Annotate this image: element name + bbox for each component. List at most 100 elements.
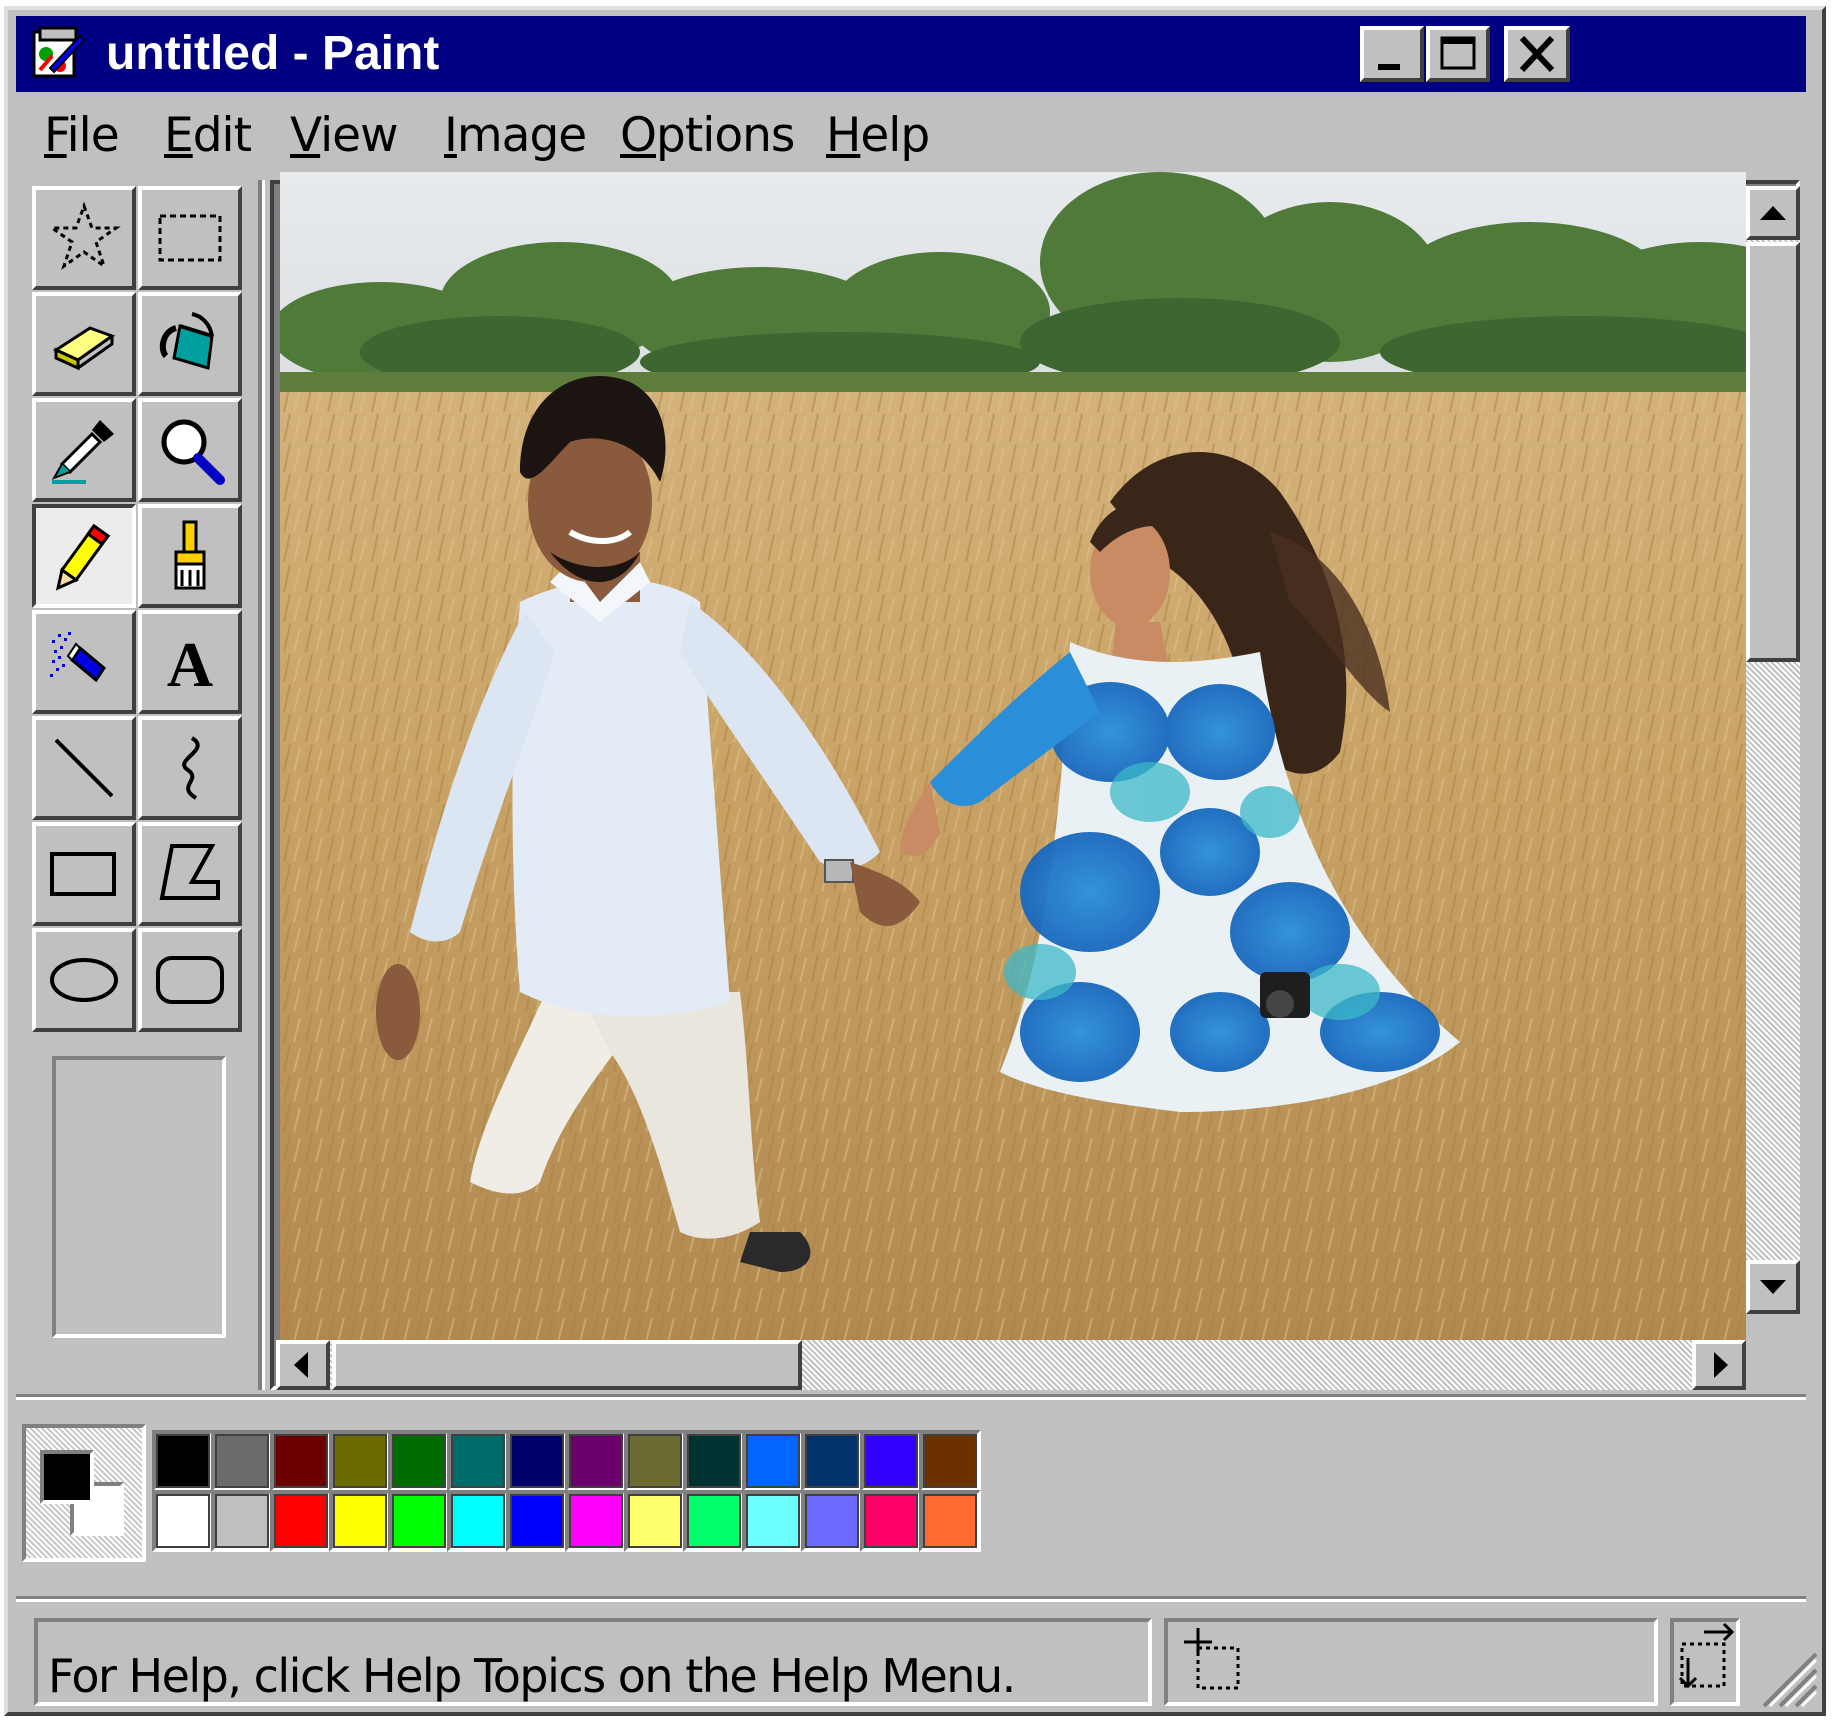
maximize-icon <box>1440 36 1476 70</box>
minimize-button[interactable] <box>1360 26 1424 82</box>
arrow-right-icon <box>1714 1352 1728 1378</box>
eyedropper-icon <box>51 420 114 484</box>
airbrush-icon <box>50 632 106 683</box>
close-button[interactable] <box>1504 26 1570 82</box>
status-help-text: For Help, click Help Topics on the Help … <box>48 1649 1016 1703</box>
palette-swatch[interactable] <box>624 1430 686 1492</box>
menu-file[interactable]: File <box>44 108 120 164</box>
rounded-rectangle-icon <box>156 956 224 1004</box>
scroll-up-button[interactable] <box>1746 186 1800 240</box>
vertical-scrollbar[interactable] <box>1746 186 1800 1314</box>
tool-pick-color[interactable] <box>32 398 136 502</box>
polygon-icon <box>159 844 220 900</box>
magnifier-icon <box>161 419 225 485</box>
palette-swatch[interactable] <box>506 1490 568 1552</box>
colorbox-separator <box>16 1394 1806 1400</box>
title-bar[interactable]: untitled - Paint <box>16 16 1806 92</box>
horizontal-scrollbar[interactable] <box>276 1340 1746 1390</box>
menu-image[interactable]: Image <box>444 108 587 164</box>
palette-swatch[interactable] <box>742 1490 804 1552</box>
tool-magnifier[interactable] <box>138 398 242 502</box>
tool-line[interactable] <box>32 716 136 820</box>
palette-swatch[interactable] <box>919 1490 981 1552</box>
palette-swatch[interactable] <box>801 1430 863 1492</box>
palette-swatch[interactable] <box>860 1490 922 1552</box>
arrow-left-icon <box>294 1352 308 1378</box>
pencil-icon <box>55 523 111 591</box>
tool-ellipse[interactable] <box>32 928 136 1032</box>
scroll-down-button[interactable] <box>1746 1260 1800 1314</box>
menu-options[interactable]: Options <box>620 108 795 164</box>
palette-swatch[interactable] <box>683 1430 745 1492</box>
palette-swatch[interactable] <box>565 1430 627 1492</box>
tool-options-box[interactable] <box>52 1056 226 1338</box>
window-title: untitled - Paint <box>106 27 440 80</box>
palette-swatch[interactable] <box>211 1490 273 1552</box>
status-size-pane <box>1670 1618 1740 1706</box>
palette-swatch[interactable] <box>742 1430 804 1492</box>
tool-polygon[interactable] <box>138 822 242 926</box>
palette-swatch[interactable] <box>388 1430 450 1492</box>
palette-swatch[interactable] <box>211 1430 273 1492</box>
tool-free-form-select[interactable] <box>32 186 136 290</box>
palette-swatch[interactable] <box>565 1490 627 1552</box>
paint-palette-icon <box>32 26 86 78</box>
selection-size-icon <box>1678 1622 1735 1689</box>
tool-airbrush[interactable] <box>32 610 136 714</box>
tool-text[interactable]: A <box>138 610 242 714</box>
brush-icon <box>174 520 206 590</box>
close-icon <box>1519 35 1555 73</box>
palette-swatch[interactable] <box>447 1430 509 1492</box>
paint-bucket-icon <box>159 312 214 370</box>
tool-select[interactable] <box>138 186 242 290</box>
status-position-pane <box>1164 1618 1658 1706</box>
arrow-up-icon <box>1760 206 1786 220</box>
line-icon <box>54 738 114 798</box>
palette-swatch[interactable] <box>270 1490 332 1552</box>
tool-box: A <box>32 186 250 1046</box>
arrow-down-icon <box>1760 1280 1786 1294</box>
palette-swatch[interactable] <box>447 1490 509 1552</box>
menu-edit[interactable]: Edit <box>164 108 252 164</box>
tool-eraser[interactable] <box>32 292 136 396</box>
rect-select-icon <box>158 214 222 262</box>
menu-view[interactable]: View <box>290 108 399 164</box>
tool-pencil[interactable] <box>32 504 136 608</box>
horizontal-scroll-thumb[interactable] <box>332 1340 802 1390</box>
scroll-right-button[interactable] <box>1692 1340 1746 1390</box>
palette-swatch[interactable] <box>152 1430 214 1492</box>
menu-help[interactable]: Help <box>826 108 930 164</box>
tool-fill-with-color[interactable] <box>138 292 242 396</box>
current-colors-indicator[interactable] <box>22 1424 146 1562</box>
toolbox-separator <box>258 180 265 1390</box>
text-tool-icon: A <box>167 629 213 700</box>
palette-swatch[interactable] <box>624 1490 686 1552</box>
palette-swatch[interactable] <box>919 1430 981 1492</box>
tool-rounded-rectangle[interactable] <box>138 928 242 1032</box>
canvas[interactable] <box>280 172 1746 1340</box>
palette-swatch[interactable] <box>388 1490 450 1552</box>
palette-swatch[interactable] <box>270 1430 332 1492</box>
tool-curve[interactable] <box>138 716 242 820</box>
palette-swatch[interactable] <box>683 1490 745 1552</box>
color-box <box>22 1424 1118 1562</box>
palette-swatch[interactable] <box>329 1490 391 1552</box>
ellipse-icon <box>50 958 118 1002</box>
scroll-corner <box>1746 1314 1800 1390</box>
star-select-icon <box>47 201 121 270</box>
palette-swatch[interactable] <box>329 1430 391 1492</box>
palette-swatch[interactable] <box>801 1490 863 1552</box>
tool-rectangle[interactable] <box>32 822 136 926</box>
scroll-left-button[interactable] <box>276 1340 330 1390</box>
foreground-color-swatch[interactable] <box>40 1450 94 1504</box>
status-help-pane: For Help, click Help Topics on the Help … <box>34 1618 1152 1706</box>
vertical-scroll-thumb[interactable] <box>1746 242 1800 662</box>
tool-brush[interactable] <box>138 504 242 608</box>
resize-grip-icon[interactable] <box>1750 1640 1820 1710</box>
palette-swatch[interactable] <box>506 1430 568 1492</box>
cursor-position-icon <box>1184 1628 1240 1690</box>
palette-swatch[interactable] <box>152 1490 214 1552</box>
rectangle-icon <box>50 852 116 896</box>
maximize-button[interactable] <box>1426 26 1490 82</box>
palette-swatch[interactable] <box>860 1430 922 1492</box>
